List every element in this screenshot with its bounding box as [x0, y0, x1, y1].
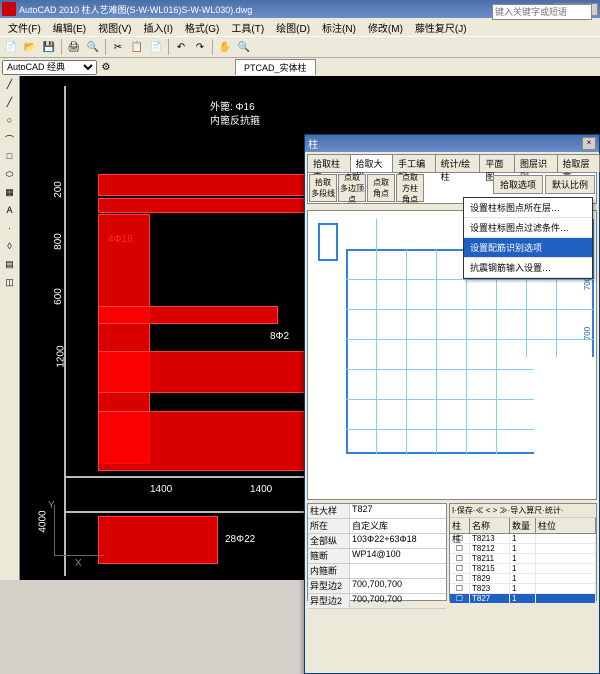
hatch-tool-icon[interactable]: ▦: [1, 186, 18, 203]
dialog-title: 柱: [308, 136, 318, 151]
list-item[interactable]: ☐T82111: [450, 554, 596, 564]
column-list: I·保存·≪ < > ≫·导入算尺·统计· 柱柱 名称 数量 柱位 ☐T8213…: [449, 503, 597, 601]
pick-corner-button[interactable]: 点取 角点: [367, 174, 395, 202]
window-title: AutoCAD 2010 柱人艺难图(S-W-WL016)S-W-WL030).…: [19, 3, 554, 16]
print-icon[interactable]: 🖨: [65, 38, 83, 56]
dim-600: 600: [53, 288, 64, 305]
point-tool-icon[interactable]: ·: [1, 222, 18, 239]
options-dropdown: 设置柱标图点所在层… 设置柱标图点过滤条件… 设置配筋识别选项 抗震钢筋输入设置…: [463, 197, 593, 279]
save-icon[interactable]: 💾: [40, 38, 58, 56]
property-table: 柱大样T827 所在自定义库 全部纵103Φ22+63Φ18 箍断WP14@10…: [307, 503, 447, 601]
copy-icon[interactable]: 📋: [128, 38, 146, 56]
list-item[interactable]: ☐T8291: [450, 574, 596, 584]
column-dialog: 柱 × 拾取柱表 拾取大样 手工编辑 统计/绘柱 平面图 图层识别 拾取层高 拾取…: [304, 134, 600, 674]
list-item[interactable]: ☐T82151: [450, 564, 596, 574]
undo-icon[interactable]: ↶: [172, 38, 190, 56]
tab-pick-sample[interactable]: 拾取大样: [350, 154, 394, 172]
document-tab[interactable]: PTCAD_实体柱: [235, 59, 316, 75]
tab-layer[interactable]: 图层识别: [514, 154, 558, 172]
workspace-select[interactable]: AutoCAD 经典: [2, 60, 97, 75]
tab-pick-table[interactable]: 拾取柱表: [307, 154, 351, 172]
dim-4000: 4000: [38, 510, 49, 532]
label-28f22: 28Φ22: [225, 534, 255, 545]
label-outer: 外篦: Φ16: [210, 98, 255, 113]
dim-1400a: 1400: [150, 484, 172, 495]
menu-format[interactable]: 格式(G): [179, 19, 225, 36]
menu-extra[interactable]: 藤性复尺(J): [409, 19, 473, 36]
open-icon[interactable]: 📂: [21, 38, 39, 56]
dialog-close-icon[interactable]: ×: [582, 137, 596, 150]
dropdown-item-layer[interactable]: 设置柱标图点所在层…: [464, 198, 592, 218]
polyline-tool-icon[interactable]: ╱: [1, 96, 18, 113]
list-item-selected[interactable]: ☐T8271: [450, 594, 596, 604]
menu-modify[interactable]: 修改(M): [362, 19, 409, 36]
tab-height[interactable]: 拾取层高: [557, 154, 600, 172]
dim-800: 800: [53, 233, 64, 250]
ellipse-tool-icon[interactable]: ⬭: [1, 168, 18, 185]
pick-rect-corner-button[interactable]: 点取 方柱 角点: [396, 174, 424, 202]
dropdown-item-rebar[interactable]: 设置配筋识别选项: [464, 238, 592, 258]
list-item[interactable]: ☐T8231: [450, 584, 596, 594]
default-scale-button[interactable]: 默认比例: [545, 175, 595, 194]
menu-tools[interactable]: 工具(T): [225, 19, 270, 36]
cut-icon[interactable]: ✂: [109, 38, 127, 56]
line-tool-icon[interactable]: ╱: [1, 78, 18, 95]
region-tool-icon[interactable]: ◊: [1, 240, 18, 257]
new-icon[interactable]: 📄: [2, 38, 20, 56]
menu-insert[interactable]: 插入(I): [137, 19, 178, 36]
circle-tool-icon[interactable]: ○: [1, 114, 18, 131]
tab-plan[interactable]: 平面图: [479, 154, 515, 172]
pv-dim-700b: 700: [583, 327, 592, 340]
tab-manual-edit[interactable]: 手工编辑: [392, 154, 436, 172]
list-toolbar[interactable]: I·保存·≪ < > ≫·导入算尺·统计·: [450, 504, 596, 518]
menu-draw[interactable]: 绘图(D): [270, 19, 316, 36]
zoom-icon[interactable]: 🔍: [235, 38, 253, 56]
menubar: 文件(F) 编辑(E) 视图(V) 插入(I) 格式(G) 工具(T) 绘图(D…: [0, 18, 600, 36]
redo-icon[interactable]: ↷: [191, 38, 209, 56]
label-8f2: 8Φ2: [270, 331, 289, 342]
pick-vertex-button[interactable]: 点取 多边顶点: [338, 174, 366, 202]
app-logo: [2, 2, 16, 16]
pick-options-button[interactable]: 拾取选项: [493, 175, 543, 194]
paste-icon[interactable]: 📄: [147, 38, 165, 56]
dropdown-item-filter[interactable]: 设置柱标图点过滤条件…: [464, 218, 592, 238]
left-toolbar: ╱ ╱ ○ ⌒ □ ⬭ ▦ A · ◊ ▤ ◫: [0, 76, 20, 580]
pick-polyline-button[interactable]: 拾取 多段线: [309, 174, 337, 202]
toolbar-standard: 📄 📂 💾 🖨 🔍 ✂ 📋 📄 ↶ ↷ ✋ 🔍: [0, 36, 600, 58]
block-tool-icon[interactable]: ◫: [1, 276, 18, 293]
search-input[interactable]: [492, 4, 592, 20]
dim-200: 200: [53, 181, 64, 198]
rect-tool-icon[interactable]: □: [1, 150, 18, 167]
tab-stat[interactable]: 统计/绘柱: [435, 154, 481, 172]
list-item[interactable]: ☐T82121: [450, 544, 596, 554]
preview-icon[interactable]: 🔍: [84, 38, 102, 56]
dim-1400b: 1400: [250, 484, 272, 495]
menu-dimension[interactable]: 标注(N): [316, 19, 362, 36]
menu-file[interactable]: 文件(F): [2, 19, 47, 36]
arc-tool-icon[interactable]: ⌒: [1, 132, 18, 149]
workspace-settings-icon[interactable]: ⚙: [97, 58, 115, 76]
table-tool-icon[interactable]: ▤: [1, 258, 18, 275]
menu-view[interactable]: 视图(V): [92, 19, 137, 36]
pan-icon[interactable]: ✋: [216, 38, 234, 56]
menu-edit[interactable]: 编辑(E): [47, 19, 92, 36]
list-item[interactable]: ☐T82131: [450, 534, 596, 544]
label-inner: 内篦反抗箍: [210, 112, 260, 127]
dropdown-item-seismic[interactable]: 抗震钢筋输入设置…: [464, 258, 592, 278]
text-tool-icon[interactable]: A: [1, 204, 18, 221]
